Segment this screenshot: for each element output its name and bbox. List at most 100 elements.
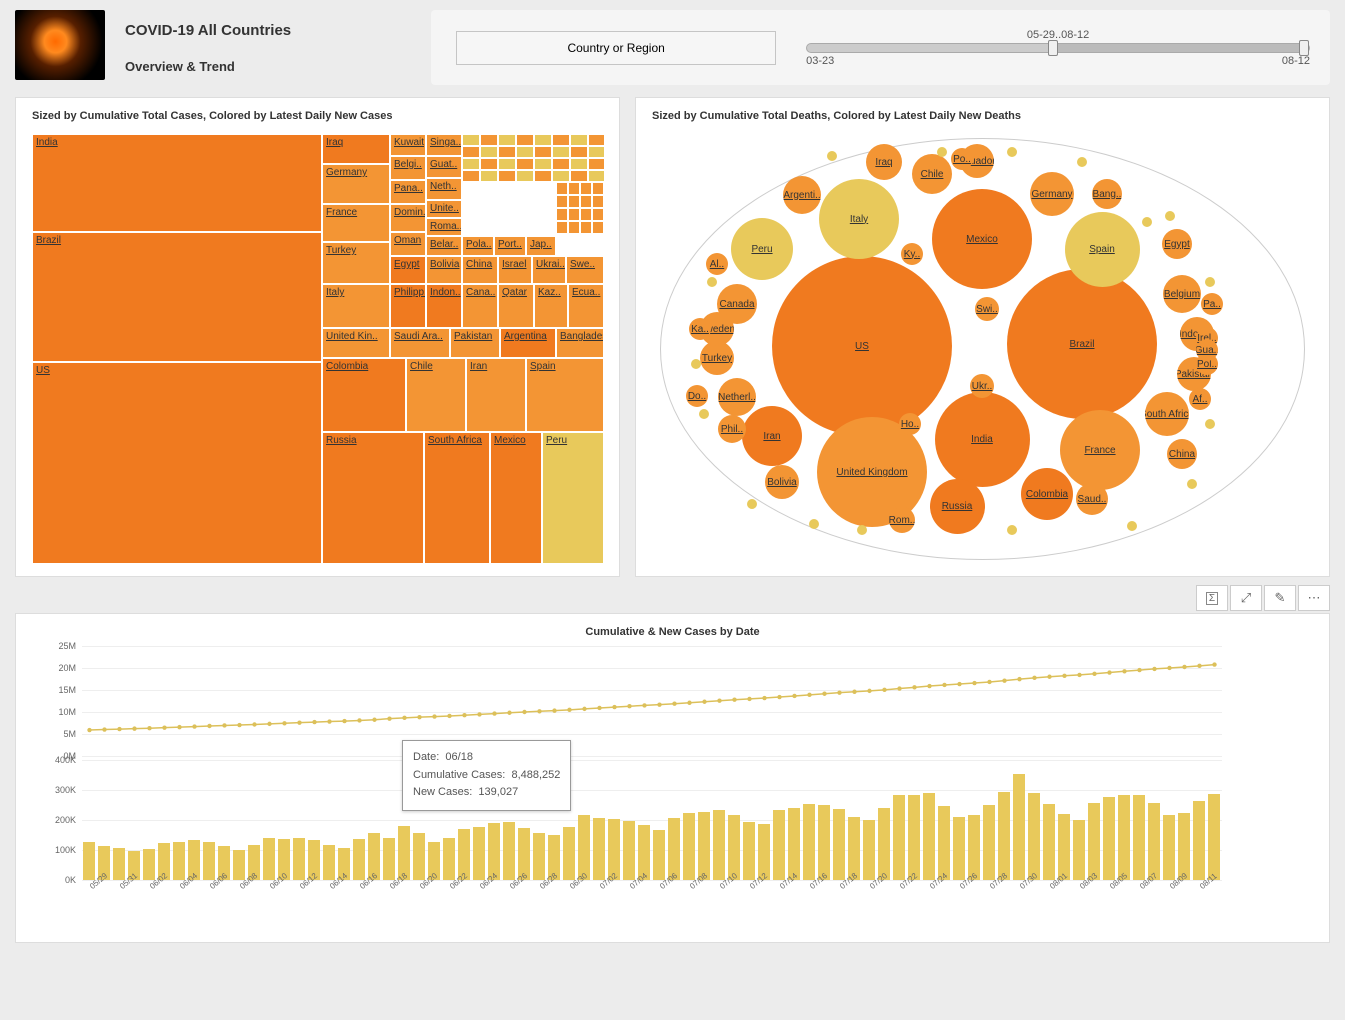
bubble-node[interactable]: Italy [819, 179, 899, 259]
treemap-cell[interactable]: Belar.. [426, 236, 462, 256]
bubble-node-small[interactable] [1007, 147, 1017, 157]
bar[interactable] [143, 849, 155, 881]
bubble-node-small[interactable] [937, 147, 947, 157]
expand-button[interactable]: ⤢ [1230, 585, 1262, 611]
bubble-node[interactable]: Ka.. [689, 318, 711, 340]
edit-button[interactable]: ✎ [1264, 585, 1296, 611]
treemap-cell[interactable] [480, 146, 498, 158]
treemap-cell[interactable] [552, 158, 570, 170]
treemap-viz[interactable]: IndiaBrazilUSIraqGermanyFranceTurkeyItal… [32, 134, 604, 564]
treemap-cell[interactable]: Israel [498, 256, 532, 284]
treemap-cell[interactable] [516, 158, 534, 170]
bubble-node[interactable]: Argenti.. [783, 176, 821, 214]
bubble-node[interactable]: Do.. [686, 385, 708, 407]
bubble-node[interactable]: Phil.. [718, 415, 746, 443]
bubble-node[interactable]: Iraq [866, 144, 902, 180]
bubble-node[interactable]: India [935, 392, 1030, 487]
bar[interactable] [1088, 803, 1100, 880]
bar[interactable] [968, 815, 980, 880]
bar[interactable] [743, 822, 755, 881]
treemap-cell[interactable] [568, 182, 580, 195]
bar[interactable] [1118, 795, 1130, 880]
bubble-node-small[interactable] [1205, 419, 1215, 429]
treemap-cell[interactable]: China [462, 256, 498, 284]
bar[interactable] [998, 792, 1010, 880]
treemap-cell[interactable]: India [32, 134, 322, 232]
treemap-cell[interactable] [498, 134, 516, 146]
bar[interactable] [1178, 813, 1190, 880]
bar[interactable] [1013, 774, 1025, 880]
treemap-cell[interactable] [568, 221, 580, 234]
treemap-cell[interactable]: Swe.. [566, 256, 604, 284]
treemap-cell[interactable] [568, 208, 580, 221]
treemap-cell[interactable]: Jap.. [526, 236, 556, 256]
bubble-node[interactable]: South Africa [1145, 392, 1189, 436]
bubble-node-small[interactable] [699, 409, 709, 419]
treemap-cell[interactable] [588, 146, 604, 158]
bubble-node-small[interactable] [707, 277, 717, 287]
treemap-cell[interactable] [480, 134, 498, 146]
treemap-cell[interactable]: United Kin.. [322, 328, 390, 358]
bubble-node[interactable]: Pa.. [1201, 293, 1223, 315]
treemap-cell[interactable] [516, 146, 534, 158]
bar[interactable] [953, 817, 965, 880]
treemap-cell[interactable] [556, 221, 568, 234]
treemap-cell[interactable]: Bolivia [426, 256, 462, 284]
bar[interactable] [698, 812, 710, 880]
bar[interactable] [443, 838, 455, 880]
bubble-node[interactable]: Ky.. [901, 243, 923, 265]
treemap-cell[interactable]: Turkey [322, 242, 390, 284]
bar[interactable] [1163, 815, 1175, 880]
treemap-cell[interactable]: Bangladesh [556, 328, 604, 358]
bubble-node[interactable]: Bang.. [1092, 179, 1122, 209]
bar[interactable] [668, 818, 680, 880]
treemap-cell[interactable]: Qatar [498, 284, 534, 328]
treemap-cell[interactable]: Indon.. [426, 284, 462, 328]
treemap-cell[interactable] [534, 170, 552, 182]
treemap-cell[interactable] [580, 195, 592, 208]
bubble-node[interactable]: France [1060, 410, 1140, 490]
bubble-node-small[interactable] [1205, 277, 1215, 287]
bar[interactable] [1043, 804, 1055, 881]
bar[interactable] [1208, 794, 1220, 880]
bubble-node[interactable]: Brazil [1007, 269, 1157, 419]
treemap-cell[interactable]: Oman [390, 232, 426, 256]
treemap-cell[interactable]: Belgi.. [390, 156, 426, 180]
bubble-node[interactable]: Ho.. [899, 413, 921, 435]
bubble-node[interactable]: Iran [742, 406, 802, 466]
bubble-node[interactable]: Belgium [1163, 275, 1201, 313]
treemap-cell[interactable] [498, 170, 516, 182]
treemap-cell[interactable]: Germany [322, 164, 390, 204]
treemap-cell[interactable] [592, 182, 604, 195]
bar[interactable] [893, 795, 905, 880]
bubble-node[interactable]: Po.. [951, 148, 973, 170]
bubble-node[interactable]: Peru [731, 218, 793, 280]
treemap-cell[interactable]: Guat.. [426, 156, 462, 178]
treemap-cell[interactable]: Mexico [490, 432, 542, 564]
country-region-button[interactable]: Country or Region [456, 31, 776, 65]
bubble-node-small[interactable] [1127, 521, 1137, 531]
slider-track[interactable] [806, 43, 1310, 53]
treemap-cell[interactable]: Ecua.. [568, 284, 604, 328]
bubble-node-small[interactable] [857, 525, 867, 535]
treemap-cell[interactable] [462, 170, 480, 182]
treemap-cell[interactable] [570, 134, 588, 146]
treemap-cell[interactable] [570, 146, 588, 158]
bubble-node[interactable]: Af.. [1189, 388, 1211, 410]
treemap-cell[interactable]: Roma.. [426, 218, 462, 236]
treemap-cell[interactable] [480, 170, 498, 182]
bubble-node[interactable]: Netherl.. [718, 378, 756, 416]
treemap-cell[interactable]: Argentina [500, 328, 556, 358]
bubble-node-small[interactable] [809, 519, 819, 529]
treemap-cell[interactable] [556, 195, 568, 208]
treemap-cell[interactable] [580, 208, 592, 221]
bar[interactable] [503, 822, 515, 880]
treemap-cell[interactable] [534, 158, 552, 170]
bar[interactable] [593, 818, 605, 880]
treemap-cell[interactable] [570, 158, 588, 170]
bar[interactable] [233, 850, 245, 880]
treemap-cell[interactable] [516, 170, 534, 182]
bubble-node[interactable]: Rom.. [889, 507, 915, 533]
bubble-node[interactable]: Al.. [706, 253, 728, 275]
bubble-node[interactable]: Gua.. [1196, 339, 1218, 361]
